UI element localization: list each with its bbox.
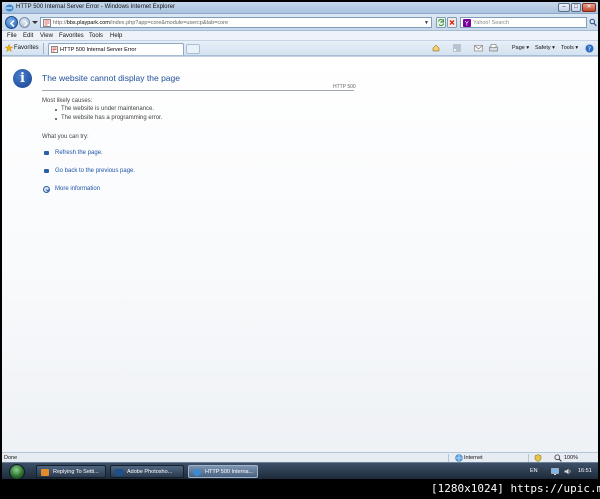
ie-icon (5, 4, 14, 12)
tab-title: HTTP 500 Internal Server Error (60, 47, 137, 53)
error-page-icon (51, 46, 58, 53)
title-bar: HTTP 500 Internal Server Error - Windows… (2, 2, 598, 14)
search-icon[interactable] (589, 18, 597, 27)
globe-icon (455, 454, 463, 462)
zoom-icon[interactable] (554, 454, 562, 462)
taskbar-item-photoshop[interactable]: Adobe Photosho... (110, 465, 184, 478)
forward-arrow-icon (24, 20, 28, 27)
back-button[interactable] (5, 16, 18, 29)
separator (528, 454, 529, 462)
error-headline: The website cannot display the page (42, 73, 180, 83)
refresh-link-icon (44, 151, 49, 155)
home-icon[interactable] (432, 44, 440, 52)
back-link-icon (44, 169, 49, 173)
separator (448, 454, 449, 462)
help-icon[interactable]: ? (585, 44, 594, 53)
language-indicator[interactable]: EN (530, 468, 538, 474)
network-icon[interactable] (551, 468, 559, 475)
ie-icon (193, 469, 201, 476)
safety-menu[interactable]: Safety ▾ (535, 45, 555, 51)
browser-window: HTTP 500 Internal Server Error - Windows… (2, 2, 598, 479)
taskbar-item-http-500[interactable]: HTTP 500 Interna... (188, 465, 258, 478)
menu-view[interactable]: View (40, 33, 53, 39)
zoom-level[interactable]: 100% (564, 455, 578, 461)
photoshop-icon (115, 469, 123, 476)
divider (42, 90, 354, 91)
feeds-icon[interactable] (453, 44, 461, 52)
star-icon (5, 44, 13, 52)
svg-text:?: ? (588, 45, 591, 53)
address-domain: bbs.playpark.com (66, 20, 110, 26)
forward-button[interactable] (19, 17, 30, 28)
watermark-text: [1280x1024] https://upic.me/ (431, 482, 600, 495)
protected-mode-icon[interactable] (534, 454, 542, 462)
address-field[interactable]: http://bbs.playpark.com/index.php?app=co… (40, 17, 432, 28)
volume-icon[interactable] (564, 468, 572, 475)
maximize-button[interactable]: □ (571, 3, 581, 12)
info-icon: i (13, 69, 32, 88)
system-tray: EN 16:51 (524, 463, 598, 479)
cause-item: The website is under maintenance. (61, 106, 155, 112)
go-back-link[interactable]: Go back to the previous page. (55, 168, 135, 174)
svg-text:Y: Y (464, 21, 469, 28)
address-dropdown-icon[interactable]: ▼ (424, 20, 429, 26)
taskbar: Replying To Setti... Adobe Photosho... H… (2, 462, 598, 479)
yahoo-icon: Y (463, 19, 471, 27)
favorites-bar: Favorites HTTP 500 Internal Server Error… (2, 41, 598, 56)
causes-heading: Most likely causes: (42, 98, 93, 104)
back-arrow-icon (9, 19, 15, 28)
menu-file[interactable]: File (7, 33, 17, 39)
minimize-button[interactable]: – (558, 3, 570, 12)
stop-icon[interactable] (447, 17, 457, 28)
menu-bar: File Edit View Favorites Tools Help (2, 31, 598, 41)
task-label: Replying To Setti... (53, 469, 99, 475)
mail-icon[interactable] (474, 44, 483, 52)
favorites-label: Favorites (14, 45, 39, 51)
search-input[interactable]: Y Yahoo! Search (460, 17, 587, 28)
menu-edit[interactable]: Edit (23, 33, 33, 39)
security-zone: Internet (464, 455, 483, 461)
tab-http-500[interactable]: HTTP 500 Internal Server Error (48, 43, 184, 55)
menu-help[interactable]: Help (110, 33, 122, 39)
task-label: Adobe Photosho... (127, 469, 173, 475)
window-title: HTTP 500 Internal Server Error - Windows… (16, 4, 175, 10)
bullet (55, 109, 57, 111)
cause-item: The website has a programming error. (61, 115, 163, 121)
task-label: HTTP 500 Interna... (205, 469, 254, 475)
new-tab-button[interactable] (186, 44, 200, 54)
search-placeholder: Yahoo! Search (473, 20, 509, 26)
tools-menu[interactable]: Tools ▾ (561, 45, 578, 51)
browser-icon (41, 469, 49, 476)
refresh-icon[interactable] (436, 17, 446, 28)
try-heading: What you can try: (42, 134, 89, 140)
page-menu[interactable]: Page ▾ (512, 45, 529, 51)
expand-chevron-icon[interactable] (43, 186, 50, 193)
taskbar-item-replying[interactable]: Replying To Setti... (36, 465, 106, 478)
address-url: http://bbs.playpark.com/index.php?app=co… (53, 20, 229, 26)
page-content: i The website cannot display the page HT… (2, 56, 598, 452)
print-icon[interactable] (489, 44, 498, 52)
more-information-link[interactable]: More information (55, 186, 100, 192)
clock: 16:51 (578, 468, 592, 474)
status-bar: Done Internet 100% (2, 452, 598, 462)
menu-tools[interactable]: Tools (89, 33, 103, 39)
refresh-page-link[interactable]: Refresh the page. (55, 150, 103, 156)
close-button[interactable]: ✕ (582, 3, 596, 12)
separator (43, 43, 44, 54)
menu-favorites[interactable]: Favorites (59, 33, 84, 39)
start-button[interactable] (9, 464, 25, 479)
error-page-icon (43, 19, 51, 27)
history-dropdown-icon[interactable] (32, 21, 38, 25)
address-toolbar: http://bbs.playpark.com/index.php?app=co… (2, 14, 598, 31)
bullet (55, 118, 57, 120)
status-text: Done (4, 455, 18, 461)
